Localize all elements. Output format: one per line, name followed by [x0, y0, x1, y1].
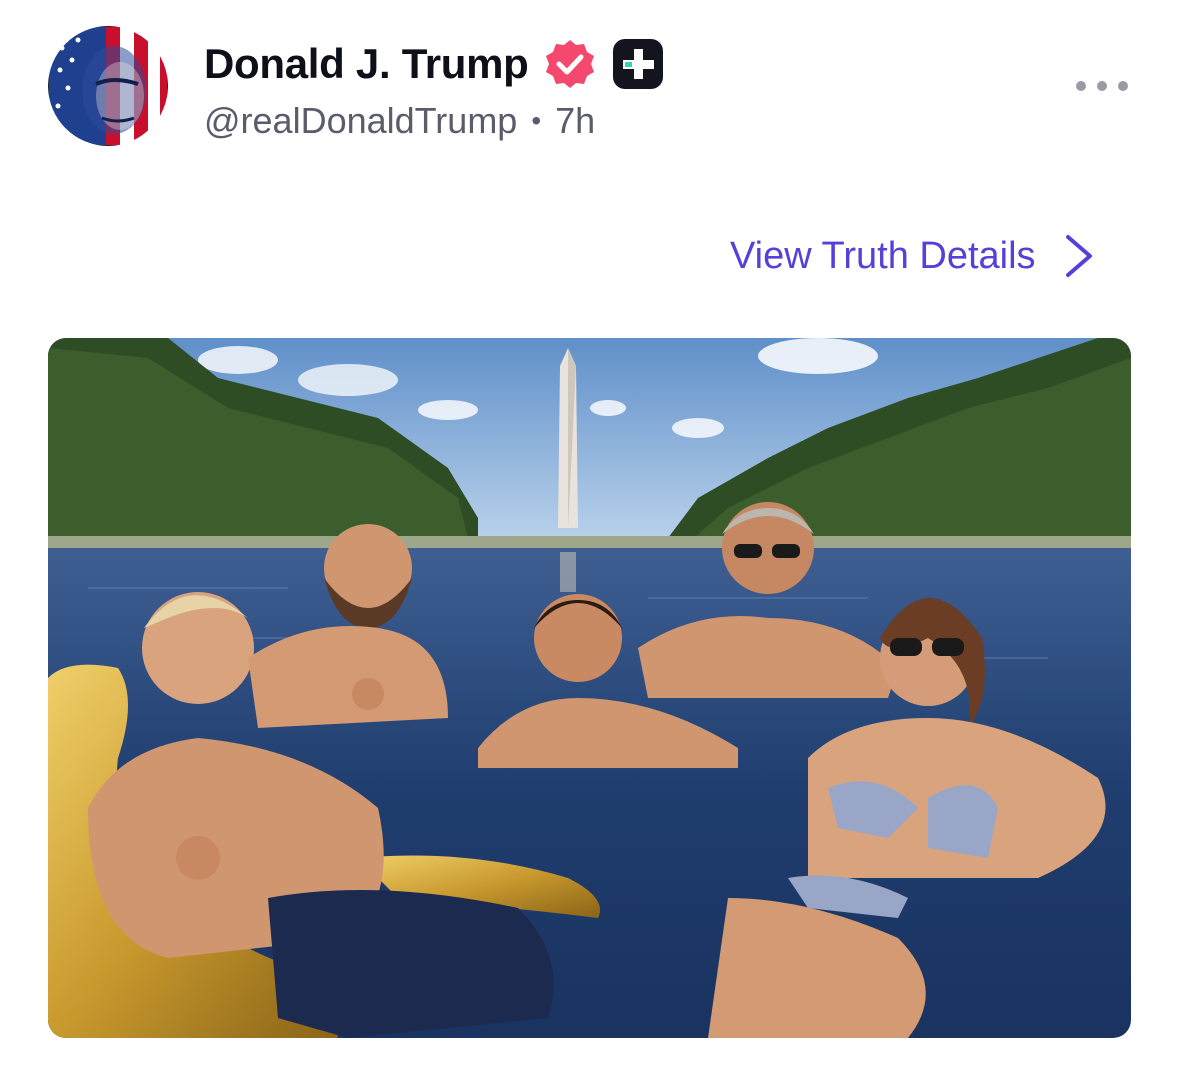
- flag-portrait-avatar: [48, 26, 168, 146]
- more-options-button[interactable]: [1076, 70, 1128, 102]
- author-name-row: Donald J. Trump: [204, 36, 665, 92]
- pool-scene-photo: [48, 338, 1131, 1038]
- meta-separator: •: [531, 105, 542, 136]
- more-dot: [1118, 81, 1128, 91]
- author-meta: @realDonaldTrump • 7h: [204, 100, 595, 142]
- view-truth-details-link[interactable]: View Truth Details: [730, 228, 1096, 284]
- view-truth-details-label: View Truth Details: [730, 234, 1036, 277]
- more-horizontal-icon: [1076, 81, 1086, 91]
- author-display-name[interactable]: Donald J. Trump: [204, 40, 529, 88]
- author-handle[interactable]: @realDonaldTrump: [204, 100, 517, 142]
- post-timestamp: 7h: [555, 100, 596, 141]
- avatar[interactable]: [48, 26, 168, 146]
- verified-badge-icon: [545, 40, 594, 88]
- post-image[interactable]: [48, 338, 1131, 1038]
- more-dot: [1097, 81, 1107, 91]
- truth-plus-badge-icon: [612, 39, 663, 89]
- chevron-right-icon: [1065, 235, 1092, 277]
